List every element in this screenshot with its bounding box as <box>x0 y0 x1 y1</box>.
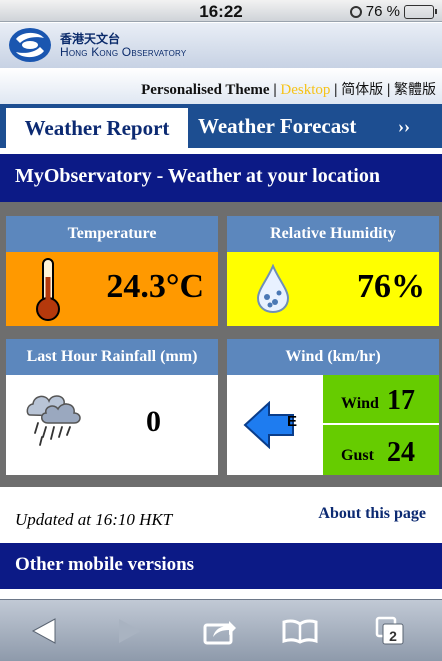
wind-speed-value: 17 <box>387 385 415 416</box>
hko-logo-icon[interactable] <box>8 27 52 63</box>
alarm-clock-icon <box>349 5 362 18</box>
org-name-english: Hong Kong Observatory <box>60 45 187 59</box>
other-versions-label: Other mobile versions <box>15 554 195 575</box>
humidity-body: 76% <box>227 252 439 326</box>
main-tabs: Weather Report Weather Forecast ›› <box>0 104 442 148</box>
theme-links: Personalised Theme | Desktop | 简体版 | 繁體版 <box>141 82 436 98</box>
wind-speed-box: Wind 17 <box>323 375 439 423</box>
tabs-count: 2 <box>389 628 397 644</box>
share-button[interactable] <box>200 614 240 648</box>
gust-box: Gust 24 <box>323 425 439 475</box>
updated-time: Updated at 16:10 HKT <box>15 510 173 529</box>
rainfall-title: Last Hour Rainfall (mm) <box>6 339 218 375</box>
temperature-value: 24.3°C <box>106 268 204 305</box>
forward-arrow-icon <box>119 619 141 643</box>
temperature-body: 24.3°C <box>6 252 218 326</box>
tab-more-arrow[interactable]: ›› <box>398 104 410 148</box>
back-button[interactable] <box>24 614 64 648</box>
rainfall-card: Last Hour Rainfall (mm) 0 <box>6 339 218 475</box>
personalised-theme-link[interactable]: Personalised Theme <box>141 82 269 98</box>
status-right: 76 % <box>349 3 437 20</box>
rainfall-value: 0 <box>146 405 161 438</box>
thermometer-icon <box>36 258 60 321</box>
tabs-icon: 2 <box>375 616 404 645</box>
back-arrow-icon <box>31 618 56 644</box>
wind-card: Wind (km/hr) E Wind 17 Gust 24 <box>227 339 439 475</box>
theme-bar: Personalised Theme | Desktop | 简体版 | 繁體版 <box>0 68 442 104</box>
desktop-link[interactable]: Desktop <box>280 82 330 98</box>
humidity-value: 76% <box>357 268 425 305</box>
humidity-title: Relative Humidity <box>227 216 439 252</box>
site-header: 香港天文台 Hong Kong Observatory <box>0 23 442 68</box>
wind-direction-label: E <box>287 413 298 430</box>
simplified-chinese-link[interactable]: 简体版 <box>341 82 383 98</box>
battery-percent: 76 % <box>365 3 400 20</box>
page-title: MyObservatory - Weather at your location <box>15 165 380 187</box>
forward-button[interactable] <box>110 614 150 648</box>
tab-weather-report[interactable]: Weather Report <box>6 108 188 148</box>
updated-section: Updated at 16:10 HKT About this page <box>0 487 442 543</box>
water-drop-icon <box>256 264 290 314</box>
tab-weather-forecast[interactable]: Weather Forecast <box>198 104 356 148</box>
battery-icon <box>404 4 437 19</box>
wind-speed-label: Wind <box>341 395 379 412</box>
rainfall-body: 0 <box>6 375 218 475</box>
share-icon <box>203 621 236 645</box>
temperature-title: Temperature <box>6 216 218 252</box>
weather-grid: Temperature 24.3°C Relative Humidity 76%… <box>0 202 442 487</box>
tabs-button[interactable]: 2 <box>370 614 410 648</box>
other-versions-bar[interactable]: Other mobile versions <box>0 543 442 589</box>
wind-body: E Wind 17 Gust 24 <box>227 375 439 475</box>
status-bar: 16:22 76 % <box>0 0 442 22</box>
wind-title: Wind (km/hr) <box>227 339 439 375</box>
rain-cloud-icon <box>26 395 81 446</box>
gust-value: 24 <box>387 437 415 468</box>
humidity-card: Relative Humidity 76% <box>227 216 439 326</box>
page-title-bar: MyObservatory - Weather at your location <box>0 154 442 202</box>
browser-toolbar: 2 <box>0 599 442 661</box>
gust-label: Gust <box>341 447 374 464</box>
temperature-card: Temperature 24.3°C <box>6 216 218 326</box>
about-page-link[interactable]: About this page <box>318 505 426 523</box>
traditional-chinese-link[interactable]: 繁體版 <box>394 82 436 98</box>
bookmarks-button[interactable] <box>280 614 320 648</box>
book-icon <box>282 619 318 644</box>
